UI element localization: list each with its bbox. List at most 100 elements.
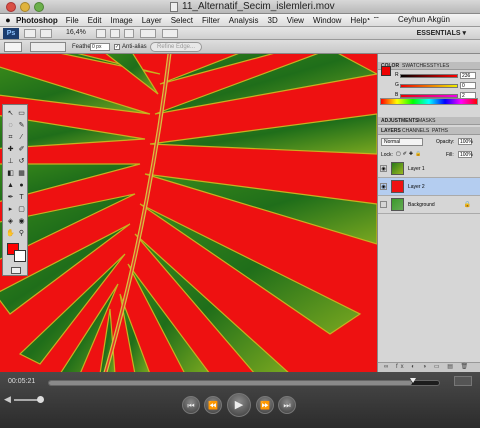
workspace-switcher[interactable]: ESSENTIALS ▾ [417, 29, 466, 37]
hand-tool-icon[interactable] [96, 29, 106, 38]
extras-dropdown[interactable] [40, 29, 52, 38]
lock-options-icons[interactable]: ▢✐✚🔒 [396, 151, 423, 157]
tab-styles[interactable]: STYLES [430, 63, 449, 69]
green-channel-input[interactable]: 0 [460, 82, 476, 89]
menu-file[interactable]: File [66, 16, 79, 25]
menu-edit[interactable]: Edit [88, 16, 102, 25]
type-tool-icon[interactable]: T [17, 193, 26, 202]
lock-icon: 🔒 [463, 202, 471, 208]
background-color-swatch[interactable] [14, 250, 26, 262]
layer-row-layer-2[interactable]: ◉ Layer 2 [378, 178, 480, 196]
menu-image[interactable]: Image [110, 16, 132, 25]
quick-mask-button[interactable] [11, 267, 21, 274]
color-panel-tabs: COLOR SWATCHES STYLES [378, 62, 480, 70]
healing-brush-icon[interactable]: ✚ [6, 145, 15, 154]
shape-tool-icon[interactable]: ▢ [17, 205, 26, 214]
tab-masks[interactable]: MASKS [418, 118, 436, 124]
menu-3d[interactable]: 3D [268, 16, 278, 25]
document-canvas[interactable] [0, 54, 377, 372]
apple-menu-icon[interactable]: ● [0, 15, 16, 25]
layer-row-background[interactable]: Background 🔒 [378, 196, 480, 214]
layers-panel-tabs: LAYERS CHANNELS PATHS [378, 127, 480, 135]
zoom-level[interactable]: 16,4% [66, 29, 86, 36]
arrange-documents-button[interactable] [140, 29, 156, 38]
rotate-view-icon[interactable] [124, 29, 134, 38]
tab-paths[interactable]: PATHS [432, 128, 448, 134]
3d-rotate-icon[interactable]: ◈ [6, 217, 15, 226]
close-window-button[interactable] [6, 2, 16, 12]
move-tool-icon[interactable]: ↖ [6, 109, 15, 118]
eraser-tool-icon[interactable]: ◧ [6, 169, 15, 178]
bridge-button[interactable] [24, 29, 36, 38]
tab-swatches[interactable]: SWATCHES [402, 63, 430, 69]
fill-input[interactable]: 100% [458, 151, 473, 158]
zoom-tool-panel-icon[interactable]: ⚲ [17, 229, 26, 238]
menu-layer[interactable]: Layer [142, 16, 162, 25]
green-channel-slider[interactable] [400, 84, 458, 88]
path-select-icon[interactable]: ▸ [6, 205, 15, 214]
selection-mode-buttons[interactable] [30, 42, 66, 52]
user-menu[interactable]: Ceyhun Akgün [398, 15, 450, 24]
eyedropper-tool-icon[interactable]: ⁄ [17, 133, 26, 142]
layer-name[interactable]: Layer 1 [408, 166, 425, 172]
tab-channels[interactable]: CHANNELS [402, 128, 429, 134]
lasso-tool-icon[interactable]: ◌ [6, 121, 15, 130]
blend-mode-select[interactable]: Normal [381, 138, 423, 146]
clone-stamp-icon[interactable]: ⊥ [6, 157, 15, 166]
red-channel-slider[interactable] [400, 74, 458, 78]
timeline-progress [49, 381, 412, 385]
go-to-start-button[interactable]: ⏮ [182, 396, 200, 414]
menu-view[interactable]: View [287, 16, 304, 25]
visibility-eye-icon[interactable] [380, 201, 387, 208]
lasso-tool-preset-picker[interactable] [4, 42, 22, 52]
layer-panel-action-icons[interactable]: ∞ fx ◐ ◑ ▭ ▤ 🗑 [384, 364, 471, 370]
zoom-tool-icon[interactable] [110, 29, 120, 38]
play-button[interactable]: ▶ [227, 393, 251, 417]
pen-tool-icon[interactable]: ✒ [6, 193, 15, 202]
rewind-button[interactable]: ⏪ [204, 396, 222, 414]
volume-icon[interactable]: ◀ [4, 394, 11, 405]
hand-tool-panel-icon[interactable]: ✋ [6, 229, 15, 238]
zoom-window-button[interactable] [34, 2, 44, 12]
visibility-eye-icon[interactable]: ◉ [380, 183, 387, 190]
color-panel-foreground-swatch[interactable] [381, 66, 391, 76]
blur-tool-icon[interactable]: ▲ [6, 181, 15, 190]
history-brush-icon[interactable]: ↺ [17, 157, 26, 166]
color-spectrum-bar[interactable] [380, 98, 478, 105]
go-to-end-button[interactable]: ⏭ [278, 396, 296, 414]
wifi-icon[interactable]: ◔ ⌔ [365, 15, 380, 25]
tab-layers[interactable]: LAYERS [381, 128, 401, 134]
marquee-tool-icon[interactable]: ▭ [17, 109, 26, 118]
menu-help[interactable]: Help [350, 16, 366, 25]
anti-alias-checkbox[interactable]: ✓ [114, 44, 120, 50]
brush-tool-icon[interactable]: ✐ [17, 145, 26, 154]
quick-select-tool-icon[interactable]: ✎ [17, 121, 26, 130]
3d-camera-icon[interactable]: ◉ [17, 217, 26, 226]
app-menu[interactable]: Photoshop [16, 16, 58, 25]
refine-edge-button[interactable]: Refine Edge... [150, 42, 203, 52]
menu-filter[interactable]: Filter [202, 16, 220, 25]
fast-forward-button[interactable]: ⏩ [256, 396, 274, 414]
window-title-bar: 11_Alternatif_Secim_islemleri.mov [0, 0, 480, 14]
gradient-tool-icon[interactable]: ▦ [17, 169, 26, 178]
menu-analysis[interactable]: Analysis [229, 16, 259, 25]
menu-select[interactable]: Select [171, 16, 193, 25]
menu-window[interactable]: Window [313, 16, 341, 25]
tab-adjustments[interactable]: ADJUSTMENTS [381, 118, 419, 124]
red-channel-input[interactable]: 236 [460, 72, 476, 79]
options-bar: Feather: 0 px ✓ Anti-alias Refine Edge..… [0, 40, 480, 54]
feather-input[interactable]: 0 px [90, 43, 110, 51]
layer-name[interactable]: Background [408, 202, 435, 208]
visibility-eye-icon[interactable]: ◉ [380, 165, 387, 172]
opacity-input[interactable]: 100% [458, 138, 473, 145]
playhead-marker[interactable] [409, 378, 416, 383]
layer-row-layer-1[interactable]: ◉ Layer 1 [378, 160, 480, 178]
layer-name[interactable]: Layer 2 [408, 184, 425, 190]
screen-mode-button[interactable] [162, 29, 178, 38]
minimize-window-button[interactable] [20, 2, 30, 12]
volume-knob[interactable] [37, 396, 44, 403]
timeline-scrubber[interactable] [48, 380, 440, 386]
crop-tool-icon[interactable]: ⌗ [6, 133, 15, 142]
dodge-tool-icon[interactable]: ● [17, 181, 26, 190]
resize-grip[interactable] [454, 376, 472, 386]
